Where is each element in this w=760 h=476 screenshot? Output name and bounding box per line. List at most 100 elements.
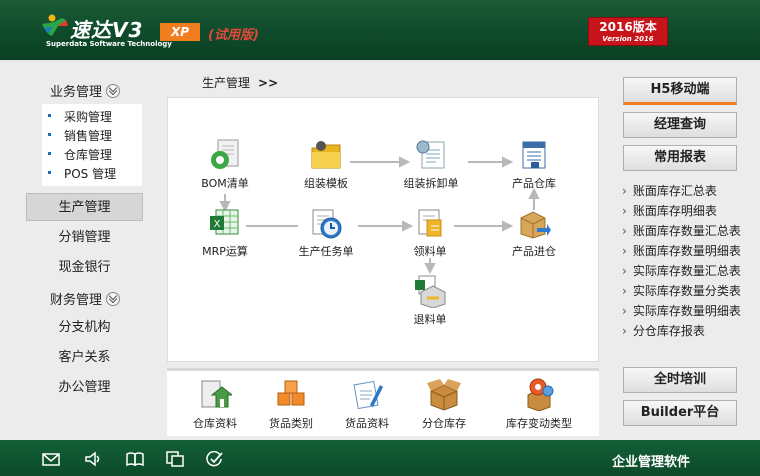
svg-text:X: X xyxy=(214,219,221,230)
return-box-icon xyxy=(413,274,447,309)
footer-title: 企业管理软件 xyxy=(612,455,691,470)
sidebar-group-business-label: 业务管理 xyxy=(50,85,103,100)
edition-badge: XP xyxy=(160,23,200,41)
training-button[interactable]: 全时培训 xyxy=(623,367,737,393)
requisition-icon xyxy=(413,206,447,240)
version-badge-year: 2016版本 xyxy=(599,20,657,34)
manager-query-button[interactable]: 经理查询 xyxy=(623,112,737,138)
check-circle-icon[interactable] xyxy=(206,451,224,467)
flow-node-product-inbound[interactable]: 产品进仓 xyxy=(499,206,569,259)
sidebar-item-branch[interactable]: 分支机构 xyxy=(26,314,143,342)
base-item-inventory-change-type[interactable]: 库存变动类型 xyxy=(497,377,581,431)
chevron-down-icon[interactable] xyxy=(106,292,121,306)
copy-icon[interactable] xyxy=(166,451,184,467)
bom-icon xyxy=(208,138,242,172)
submenu-item-label: POS 管理 xyxy=(64,167,117,181)
folder-icon xyxy=(309,138,343,172)
report-link[interactable]: 账面库存汇总表 xyxy=(622,182,717,199)
flow-node-label: 生产任务单 xyxy=(298,245,354,258)
trial-label: (试用版) xyxy=(208,28,259,43)
flow-node-material-requisition[interactable]: 领料单 xyxy=(395,206,465,259)
sidebar-group-finance-label: 财务管理 xyxy=(50,293,103,308)
connector-arrow xyxy=(424,263,436,275)
sidebar-item-office[interactable]: 办公管理 xyxy=(26,374,143,402)
warehouse-document-icon xyxy=(517,138,551,172)
base-item-goods-category[interactable]: 货品类别 xyxy=(254,377,328,431)
sidebar-group-business[interactable]: 业务管理 xyxy=(50,81,121,100)
book-icon[interactable] xyxy=(126,451,144,467)
submenu-item-label: 采购管理 xyxy=(64,110,113,124)
breadcrumb-current: 生产管理 xyxy=(202,76,251,90)
speaker-icon[interactable] xyxy=(84,451,102,467)
report-link[interactable]: 账面库存明细表 xyxy=(622,202,717,219)
warehouse-house-icon xyxy=(198,377,234,411)
report-link[interactable]: 实际库存数量汇总表 xyxy=(622,262,741,279)
flow-node-label: 领料单 xyxy=(413,245,447,258)
sidebar: 业务管理 采购管理 销售管理 仓库管理 POS 管理 生产管理 分销管理 现金银… xyxy=(0,64,160,440)
report-link[interactable]: 分仓库存报表 xyxy=(622,322,705,339)
report-link[interactable]: 账面库存数量汇总表 xyxy=(622,222,741,239)
sidebar-group-finance[interactable]: 财务管理 xyxy=(50,289,121,308)
flow-node-label: 退料单 xyxy=(413,313,447,326)
submenu-item-warehouse[interactable]: 仓库管理 xyxy=(47,146,113,163)
report-link[interactable]: 账面库存数量明细表 xyxy=(622,242,741,259)
breadcrumb: 生产管理 >> xyxy=(202,74,278,91)
base-item-label: 仓库资料 xyxy=(193,417,237,430)
flow-node-label: BOM清单 xyxy=(201,177,249,190)
document-gear-icon xyxy=(414,138,448,172)
sidebar-item-cash-bank[interactable]: 现金银行 xyxy=(26,254,143,282)
flow-node-label: 组装拆卸单 xyxy=(403,177,459,190)
spreadsheet-icon: X xyxy=(208,206,242,240)
flow-node-assembly-disassembly[interactable]: 组装拆卸单 xyxy=(396,138,466,191)
builder-platform-button[interactable]: Builder平台 xyxy=(623,400,737,426)
flow-node-product-warehouse[interactable]: 产品仓库 xyxy=(499,138,569,191)
sidebar-item-distribution[interactable]: 分销管理 xyxy=(26,224,143,252)
sidebar-item-crm[interactable]: 客户关系 xyxy=(26,344,143,372)
submenu-item-pos[interactable]: POS 管理 xyxy=(47,165,117,182)
boxes-icon xyxy=(274,377,308,411)
document-pen-icon xyxy=(350,377,384,411)
logo-title: 速达V3 xyxy=(70,18,144,42)
base-item-label: 货品类别 xyxy=(269,417,313,430)
submenu-item-label: 销售管理 xyxy=(64,129,113,143)
logo-subtitle: Superdata Software Technology xyxy=(46,40,172,48)
flow-node-assembly-template[interactable]: 组装模板 xyxy=(291,138,361,191)
common-reports-button[interactable]: 常用报表 xyxy=(623,145,737,171)
base-item-label: 货品资料 xyxy=(345,417,389,430)
flow-node-bom[interactable]: BOM清单 xyxy=(190,138,260,191)
flow-node-production-task[interactable]: 生产任务单 xyxy=(291,206,361,259)
flow-node-mrp[interactable]: X MRP运算 xyxy=(190,206,260,259)
connector-arrow xyxy=(528,187,540,199)
base-item-warehouse-data[interactable]: 仓库资料 xyxy=(178,377,252,431)
submenu-item-purchase[interactable]: 采购管理 xyxy=(47,108,113,125)
app-header: 速达V3 Superdata Software Technology XP (试… xyxy=(0,0,760,62)
business-submenu: 采购管理 销售管理 仓库管理 POS 管理 xyxy=(42,104,142,186)
open-box-icon xyxy=(427,377,461,411)
chevron-down-icon[interactable] xyxy=(106,84,121,98)
flow-node-label: 产品仓库 xyxy=(512,177,556,190)
production-flow-panel: BOM清单 组装模板 组装拆卸单 产品仓库 X MRP运算 生产任务单 领料单 … xyxy=(167,97,599,362)
sidebar-item-production[interactable]: 生产管理 xyxy=(26,193,143,221)
version-badge-sub: Version 2016 xyxy=(602,35,654,43)
base-item-branch-inventory[interactable]: 分仓库存 xyxy=(407,377,481,431)
app-footer: 企业管理软件 xyxy=(0,440,760,476)
mail-icon[interactable] xyxy=(42,451,60,467)
inbound-box-icon xyxy=(517,206,551,240)
version-badge: 2016版本 Version 2016 xyxy=(588,17,668,46)
base-item-goods-data[interactable]: 货品资料 xyxy=(330,377,404,431)
submenu-item-label: 仓库管理 xyxy=(64,148,113,162)
submenu-item-sales[interactable]: 销售管理 xyxy=(47,127,113,144)
clock-document-icon xyxy=(309,206,343,240)
flow-node-label: 产品进仓 xyxy=(512,245,556,258)
h5-mobile-button[interactable]: H5移动端 xyxy=(623,77,737,105)
base-item-label: 库存变动类型 xyxy=(506,417,572,430)
breadcrumb-arrow: >> xyxy=(258,76,279,90)
base-data-panel: 仓库资料 货品类别 货品资料 分仓库存 库存变动类型 xyxy=(167,368,599,436)
flow-node-label: MRP运算 xyxy=(202,245,248,258)
report-link[interactable]: 实际库存数量分类表 xyxy=(622,282,741,299)
flow-node-material-return[interactable]: 退料单 xyxy=(395,274,465,327)
base-item-label: 分仓库存 xyxy=(422,417,466,430)
report-link[interactable]: 实际库存数量明细表 xyxy=(622,302,741,319)
gear-box-icon xyxy=(522,377,556,412)
logo: 速达V3 Superdata Software Technology xyxy=(40,12,172,48)
